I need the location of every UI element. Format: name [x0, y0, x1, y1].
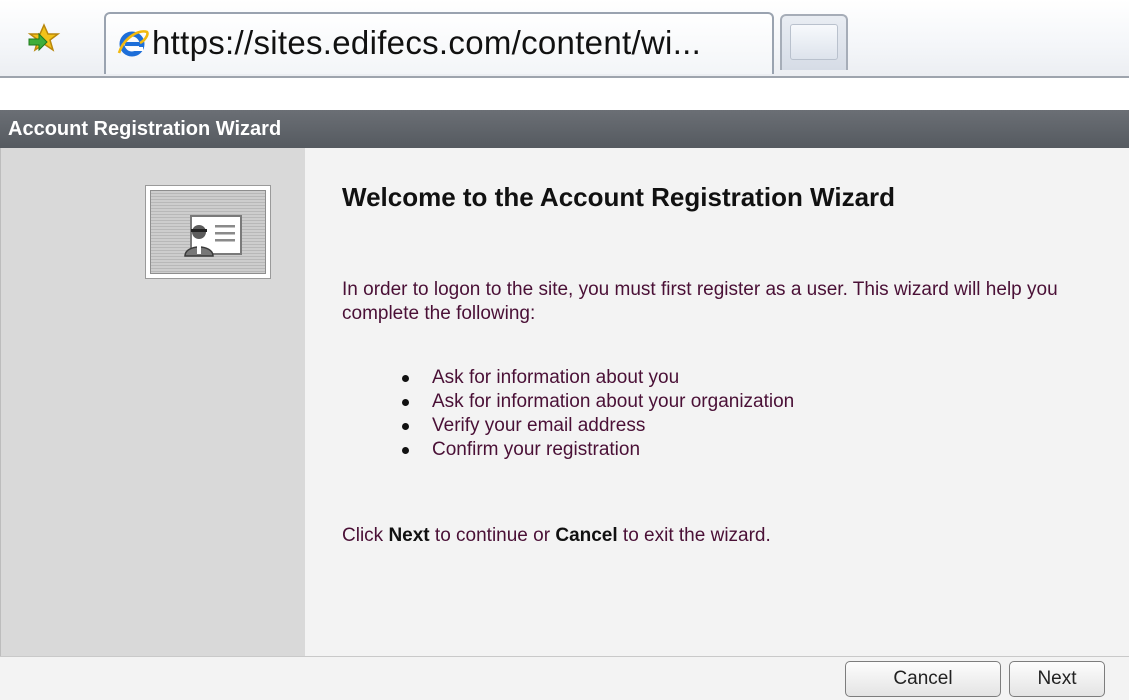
user-card-icon — [184, 215, 242, 257]
list-item: Ask for information about you — [398, 366, 794, 390]
bullet-icon — [402, 375, 409, 382]
intro-text: In order to logon to the site, you must … — [342, 279, 1058, 324]
avatar-background — [150, 190, 266, 274]
steps-list: Ask for information about you Ask for in… — [398, 366, 794, 462]
list-item: Ask for information about your organizat… — [398, 390, 794, 414]
next-button[interactable]: Next — [1009, 661, 1105, 697]
cancel-button[interactable]: Cancel — [845, 661, 1001, 697]
wizard-footer: Cancel Next — [0, 656, 1129, 700]
browser-tab-bar: https://sites.edifecs.com/content/wi... — [0, 0, 1129, 78]
next-keyword: Next — [388, 525, 430, 546]
wizard-body: Welcome to the Account Registration Wiza… — [0, 148, 1129, 656]
bullet-icon — [402, 423, 409, 430]
wizard-title: Account Registration Wizard — [8, 118, 282, 140]
bullet-icon — [402, 399, 409, 406]
welcome-heading: Welcome to the Account Registration Wiza… — [342, 182, 896, 212]
favorites-button[interactable] — [26, 22, 62, 54]
wizard-side-panel — [0, 148, 305, 656]
avatar — [145, 185, 271, 279]
browser-tab-active[interactable]: https://sites.edifecs.com/content/wi... — [104, 12, 774, 74]
list-item: Confirm your registration — [398, 438, 794, 462]
wizard-header: Account Registration Wizard — [0, 110, 1129, 148]
new-tab-icon — [790, 24, 838, 60]
bullet-icon — [402, 447, 409, 454]
list-item: Verify your email address — [398, 414, 794, 438]
new-tab-button[interactable] — [780, 14, 848, 70]
tab-title: https://sites.edifecs.com/content/wi... — [152, 24, 702, 61]
instruction-text: Click Next to continue or Cancel to exit… — [342, 525, 771, 546]
favorites-star-icon — [27, 23, 61, 52]
internet-explorer-icon — [117, 30, 149, 57]
cancel-keyword: Cancel — [555, 525, 618, 546]
